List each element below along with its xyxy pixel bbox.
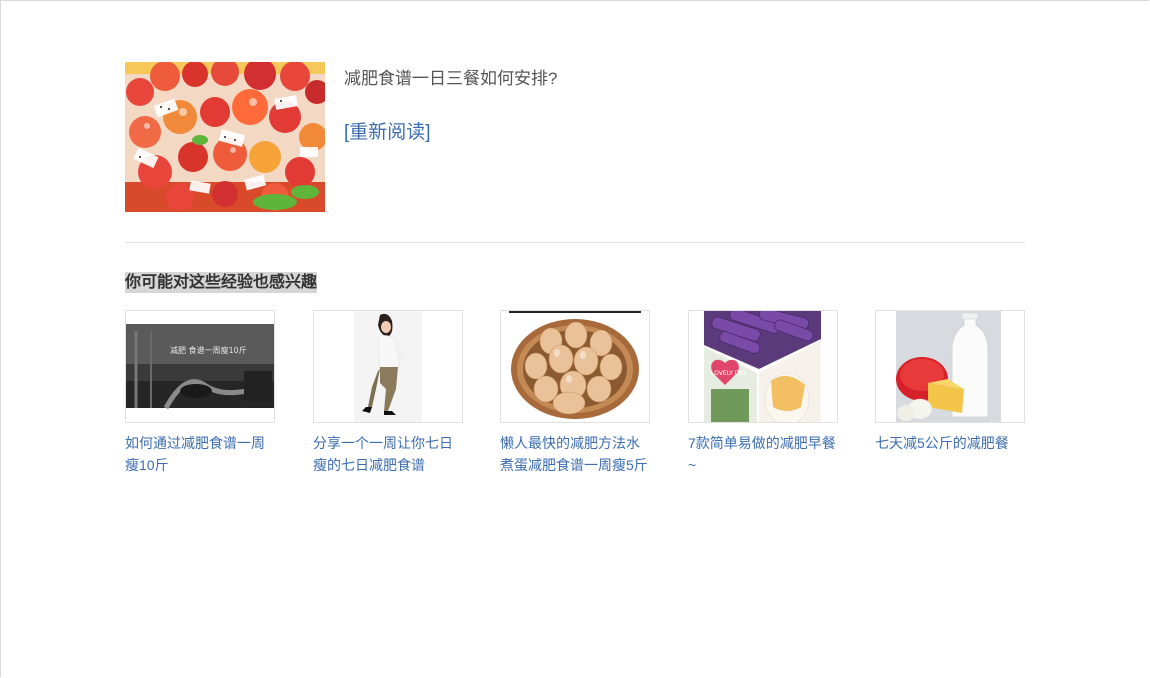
article-card: 减肥食谱一日三餐如何安排? [重新阅读] [125, 62, 1025, 212]
section-divider [125, 242, 1025, 243]
recommendation-list: 减肥 食谱一周瘦10斤 如何通过减肥食谱一周瘦10斤 分享一个一周让你七日瘦的七… [125, 310, 1025, 510]
recommendation-item[interactable]: 减肥 食谱一周瘦10斤 如何通过减肥食谱一周瘦10斤 [125, 310, 275, 476]
recommendation-title[interactable]: 如何通过减肥食谱一周瘦10斤 [125, 432, 275, 476]
milk-cheese-image [876, 311, 1024, 422]
fruit-salad-image [125, 62, 325, 212]
recommendation-item[interactable]: 分享一个一周让你七日瘦的七日减肥食谱 [313, 310, 463, 476]
reread-link[interactable]: [重新阅读] [344, 117, 431, 144]
recommendation-item[interactable]: 懒人最快的减肥方法水煮蛋减肥食谱一周瘦5斤 [500, 310, 650, 476]
recommendation-title[interactable]: 七天减5公斤的减肥餐 [875, 432, 1025, 454]
egg-basket-image [501, 311, 649, 422]
recommendation-thumbnail[interactable]: LOVELY DAY [688, 310, 838, 423]
article-thumbnail[interactable] [125, 62, 325, 212]
thumbnail-caption: LOVELY DAY [711, 370, 747, 377]
thumbnail-caption: 减肥 食谱一周瘦10斤 [170, 345, 247, 355]
recommendation-item[interactable]: 七天减5公斤的减肥餐 [875, 310, 1025, 454]
article-title: 减肥食谱一日三餐如何安排? [344, 69, 558, 88]
recommendation-title[interactable]: 分享一个一周让你七日瘦的七日减肥食谱 [313, 432, 463, 476]
treadmill-image: 减肥 食谱一周瘦10斤 [126, 311, 274, 422]
recommendation-title[interactable]: 7款简单易做的减肥早餐~ [688, 432, 838, 476]
recommendation-title[interactable]: 懒人最快的减肥方法水煮蛋减肥食谱一周瘦5斤 [500, 432, 650, 476]
slim-woman-image [314, 311, 462, 422]
recommendation-thumbnail[interactable] [875, 310, 1025, 423]
recommendation-thumbnail[interactable]: 减肥 食谱一周瘦10斤 [125, 310, 275, 423]
recommendation-item[interactable]: LOVELY DAY 7款简单易做的减肥早餐~ [688, 310, 838, 476]
related-heading: 你可能对这些经验也感兴趣 [125, 272, 318, 293]
purple-yam-image: LOVELY DAY [689, 311, 837, 422]
recommendation-thumbnail[interactable] [500, 310, 650, 423]
recommendation-thumbnail[interactable] [313, 310, 463, 423]
